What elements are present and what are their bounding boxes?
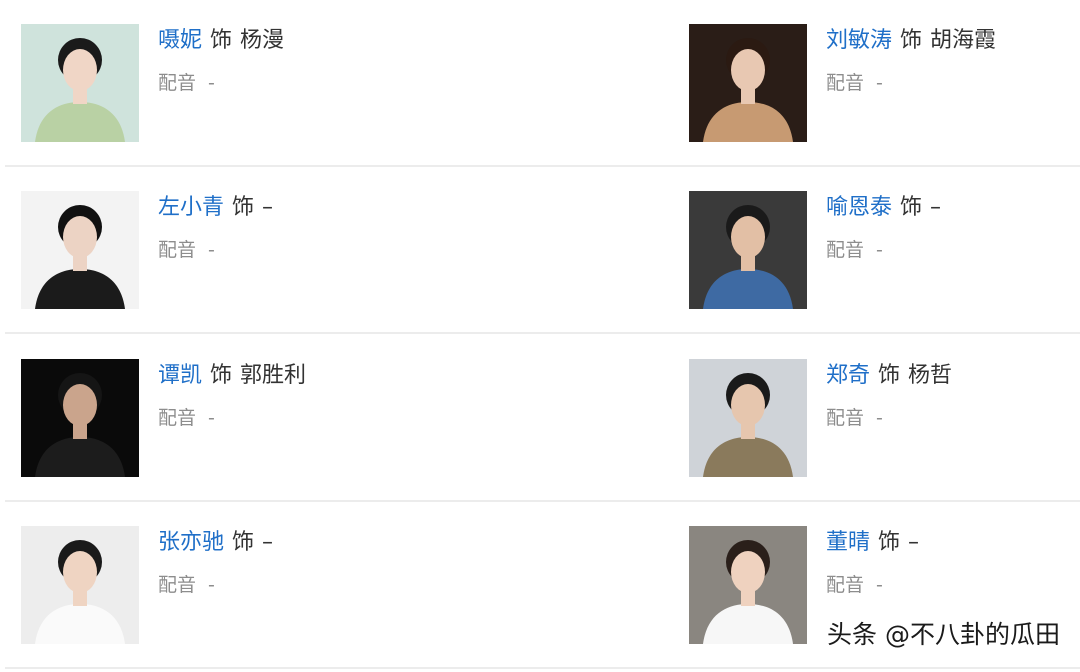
dub-line: 配音 - — [826, 405, 883, 431]
portrait-face — [731, 49, 765, 91]
cast-card: 嗫妮饰杨漫 配音 - — [21, 24, 541, 142]
portrait-face — [731, 216, 765, 258]
portrait-image — [689, 359, 807, 477]
watermark: 头条 @不八卦的瓜田 — [827, 620, 1060, 649]
dub-label: 配音 — [158, 574, 197, 596]
dub-label: 配音 — [158, 239, 197, 261]
portrait-face — [63, 49, 97, 91]
plays-label: 饰 — [878, 363, 901, 388]
dub-line: 配音 - — [826, 70, 883, 96]
actor-name-link[interactable]: 张亦驰 — [158, 530, 224, 555]
dub-line: 配音 - — [158, 70, 215, 96]
portrait-image — [21, 191, 139, 309]
dub-line: 配音 - — [826, 572, 883, 598]
role-name: – — [930, 195, 942, 220]
role-name: – — [908, 530, 920, 555]
actor-name-link[interactable]: 郑奇 — [826, 363, 870, 388]
cast-card: 刘敏涛饰胡海霞 配音 - — [689, 24, 1080, 142]
portrait-face — [731, 551, 765, 593]
cast-name-line: 张亦驰饰 – — [158, 528, 273, 558]
actor-name-link[interactable]: 刘敏涛 — [826, 28, 892, 53]
plays-label: 饰 — [900, 28, 923, 53]
plays-label: 饰 — [210, 28, 233, 53]
plays-label: 饰 — [232, 195, 255, 220]
plays-label: 饰 — [900, 195, 923, 220]
cast-row: 左小青饰 – 配音 - 喻恩泰饰 – 配音 - — [5, 167, 1080, 334]
dub-line: 配音 - — [158, 572, 215, 598]
portrait-face — [63, 551, 97, 593]
actor-photo[interactable] — [689, 359, 807, 477]
cast-name-line: 刘敏涛饰胡海霞 — [826, 26, 996, 56]
dub-value: - — [876, 574, 883, 596]
dub-label: 配音 — [826, 407, 865, 429]
dub-label: 配音 — [158, 72, 197, 94]
actor-photo[interactable] — [689, 191, 807, 309]
portrait-image — [21, 359, 139, 477]
role-name: 杨漫 — [240, 28, 285, 53]
role-name: 郭胜利 — [240, 363, 307, 388]
cast-card: 郑奇饰杨哲 配音 - — [689, 359, 1080, 477]
dub-line: 配音 - — [158, 405, 215, 431]
dub-value: - — [876, 239, 883, 261]
portrait-image — [21, 24, 139, 142]
dub-label: 配音 — [826, 574, 865, 596]
dub-value: - — [208, 574, 215, 596]
cast-card: 左小青饰 – 配音 - — [21, 191, 541, 309]
cast-card: 喻恩泰饰 – 配音 - — [689, 191, 1080, 309]
plays-label: 饰 — [232, 530, 255, 555]
actor-name-link[interactable]: 董晴 — [826, 530, 870, 555]
cast-name-line: 嗫妮饰杨漫 — [158, 26, 284, 56]
cast-name-line: 谭凯饰郭胜利 — [158, 361, 306, 391]
cast-list: 嗫妮饰杨漫 配音 - 刘敏涛饰胡海霞 配音 - 左小青饰 – 配音 - 喻恩泰 … — [0, 0, 1080, 672]
actor-photo[interactable] — [689, 526, 807, 644]
cast-row: 谭凯饰郭胜利 配音 - 郑奇饰杨哲 配音 - — [5, 335, 1080, 502]
dub-value: - — [208, 239, 215, 261]
portrait-image — [689, 526, 807, 644]
actor-name-link[interactable]: 左小青 — [158, 195, 224, 220]
cast-name-line: 董晴饰 – — [826, 528, 919, 558]
portrait-image — [21, 526, 139, 644]
dub-label: 配音 — [158, 407, 197, 429]
role-name: – — [262, 530, 274, 555]
cast-name-line: 左小青饰 – — [158, 193, 273, 223]
actor-photo[interactable] — [21, 24, 139, 142]
dub-line: 配音 - — [158, 237, 215, 263]
plays-label: 饰 — [878, 530, 901, 555]
role-name: 杨哲 — [908, 363, 953, 388]
portrait-image — [689, 191, 807, 309]
dub-value: - — [876, 407, 883, 429]
dub-value: - — [208, 72, 215, 94]
role-name: – — [262, 195, 274, 220]
actor-photo[interactable] — [21, 191, 139, 309]
dub-label: 配音 — [826, 72, 865, 94]
dub-line: 配音 - — [826, 237, 883, 263]
portrait-face — [63, 216, 97, 258]
dub-value: - — [208, 407, 215, 429]
role-name: 胡海霞 — [930, 28, 997, 53]
portrait-face — [63, 384, 97, 426]
cast-card: 谭凯饰郭胜利 配音 - — [21, 359, 541, 477]
cast-row: 嗫妮饰杨漫 配音 - 刘敏涛饰胡海霞 配音 - — [5, 0, 1080, 167]
portrait-image — [689, 24, 807, 142]
actor-name-link[interactable]: 谭凯 — [158, 363, 202, 388]
cast-name-line: 喻恩泰饰 – — [826, 193, 941, 223]
actor-name-link[interactable]: 嗫妮 — [158, 28, 202, 53]
portrait-face — [731, 384, 765, 426]
dub-label: 配音 — [826, 239, 865, 261]
actor-name-link[interactable]: 喻恩泰 — [826, 195, 892, 220]
dub-value: - — [876, 72, 883, 94]
plays-label: 饰 — [210, 363, 233, 388]
actor-photo[interactable] — [689, 24, 807, 142]
actor-photo[interactable] — [21, 359, 139, 477]
cast-card: 张亦驰饰 – 配音 - — [21, 526, 541, 644]
actor-photo[interactable] — [21, 526, 139, 644]
cast-name-line: 郑奇饰杨哲 — [826, 361, 952, 391]
